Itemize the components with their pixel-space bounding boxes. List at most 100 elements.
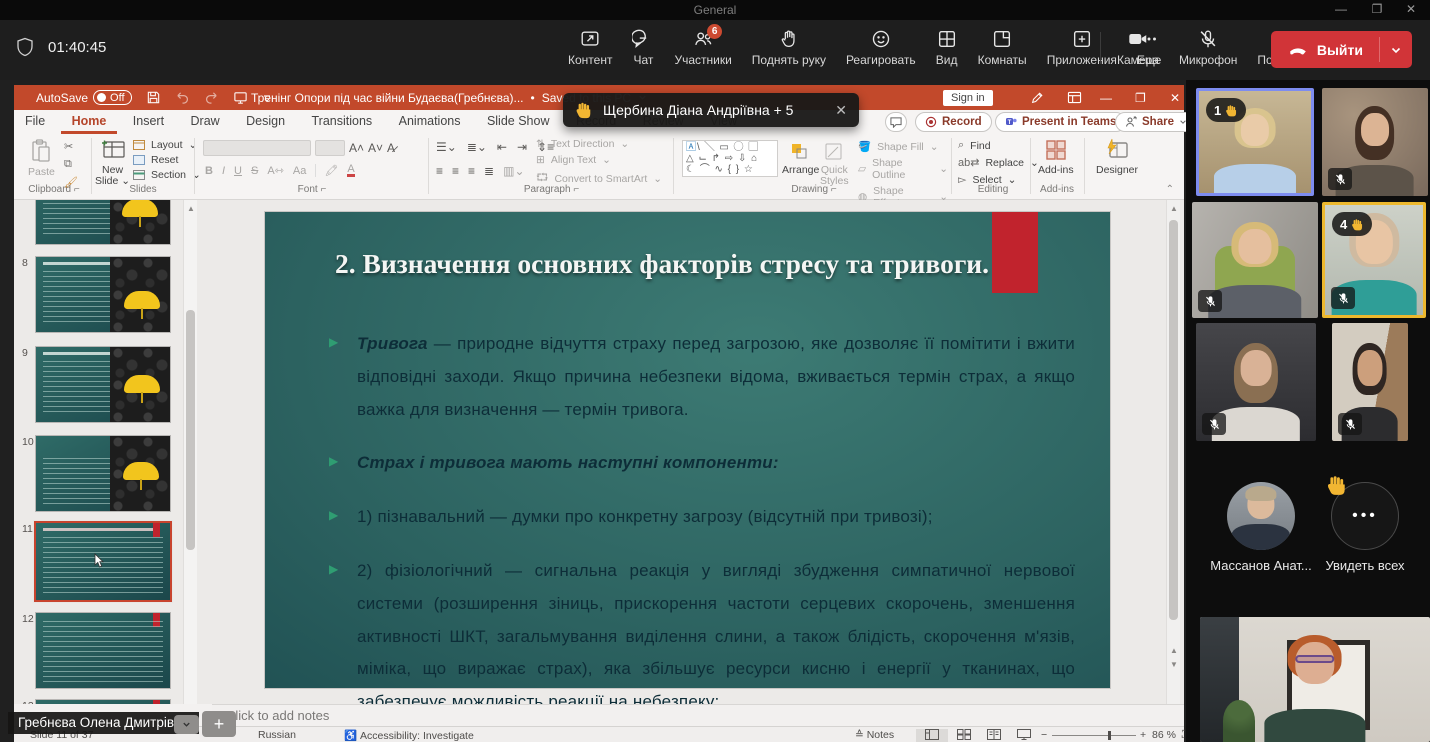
- microphone-button[interactable]: Микрофон: [1169, 28, 1247, 67]
- next-slide-button[interactable]: ▼: [1167, 658, 1181, 672]
- paragraph-dialog-launcher[interactable]: ⌐: [573, 184, 579, 195]
- undo-icon[interactable]: [175, 90, 190, 105]
- strikethrough-button[interactable]: S: [251, 165, 258, 177]
- leave-button[interactable]: Выйти: [1271, 31, 1412, 68]
- pen-icon[interactable]: [1030, 91, 1044, 105]
- present-in-teams-button[interactable]: T Present in Teams: [995, 112, 1126, 132]
- present-from-start-icon[interactable]: [233, 90, 248, 105]
- text-direction-button[interactable]: ⇅Text Direction ⌄: [536, 138, 662, 150]
- zoom-slider-thumb[interactable]: [1108, 731, 1111, 740]
- presenter-video[interactable]: [1200, 617, 1430, 742]
- accessibility-indicator[interactable]: ♿ Accessibility: Investigate: [344, 729, 474, 742]
- ribbon-options-icon[interactable]: [1067, 91, 1082, 104]
- shape-fill-button[interactable]: 🪣Shape Fill ⌄: [858, 140, 948, 153]
- tab-insert[interactable]: Insert: [122, 110, 175, 131]
- scroll-up-arrow[interactable]: ▲: [1167, 202, 1181, 216]
- font-name-combo[interactable]: [203, 140, 311, 156]
- overlay-collapse-button[interactable]: [174, 715, 199, 734]
- align-center-button[interactable]: ≡: [452, 164, 459, 178]
- scrollbar-thumb[interactable]: [186, 310, 195, 550]
- underline-button[interactable]: U: [234, 165, 242, 177]
- tab-design[interactable]: Design: [235, 110, 296, 131]
- clipboard-dialog-launcher[interactable]: ⌐: [74, 184, 80, 195]
- thumbnail-slide-11-selected[interactable]: [36, 523, 170, 600]
- numbering-button[interactable]: ≣⌄: [467, 140, 487, 154]
- reset-button[interactable]: Reset: [133, 154, 201, 166]
- section-button[interactable]: Section ⌄: [133, 169, 201, 181]
- collapse-ribbon-button[interactable]: ⌃: [1166, 184, 1174, 195]
- bold-button[interactable]: B: [205, 165, 213, 177]
- signin-button[interactable]: Sign in: [943, 90, 993, 106]
- window-close-button[interactable]: ✕: [1398, 2, 1424, 16]
- participant-video-6[interactable]: [1332, 323, 1408, 441]
- tab-transitions[interactable]: Transitions: [301, 110, 384, 131]
- raise-hand-button[interactable]: Поднять руку: [742, 28, 836, 67]
- zoom-level[interactable]: 86 %: [1152, 729, 1176, 741]
- change-case-button[interactable]: Aa: [293, 165, 306, 177]
- toast-close-icon[interactable]: ✕: [835, 102, 847, 119]
- copy-icon[interactable]: ⧉: [64, 158, 78, 171]
- scrollbar-thumb[interactable]: [1169, 220, 1178, 620]
- designer-button[interactable]: Designer: [1096, 138, 1138, 176]
- chat-button[interactable]: Чат: [622, 28, 664, 67]
- view-button[interactable]: Вид: [926, 28, 968, 67]
- participants-button[interactable]: 6 Участники: [664, 28, 741, 67]
- save-icon[interactable]: [146, 90, 161, 105]
- find-button[interactable]: ⌕Find: [958, 139, 1039, 152]
- cut-icon[interactable]: ✂: [64, 140, 78, 153]
- thumbnail-slide-13[interactable]: [36, 700, 170, 704]
- thumbnail-slide-9[interactable]: [36, 347, 170, 422]
- record-button[interactable]: Record: [915, 112, 992, 132]
- bullets-button[interactable]: ☰⌄: [436, 140, 457, 154]
- layout-button[interactable]: Layout ⌄: [133, 139, 201, 151]
- participant-avatar[interactable]: [1227, 482, 1295, 550]
- language-indicator[interactable]: Russian: [258, 729, 296, 741]
- thumbnail-scrollbar[interactable]: ▲: [183, 200, 197, 704]
- columns-button[interactable]: ▥⌄: [503, 164, 524, 178]
- drawing-dialog-launcher[interactable]: ⌐: [831, 184, 837, 195]
- quick-styles-button[interactable]: Quick Styles: [820, 142, 849, 187]
- notes-toggle[interactable]: ≙ Notes: [855, 729, 894, 741]
- raised-hands-toast[interactable]: Щербина Діана Андріївна + 5 ✕: [563, 93, 859, 127]
- new-slide-button[interactable]: New Slide ⌄: [95, 138, 130, 187]
- justify-button[interactable]: ≣: [484, 164, 494, 178]
- content-button[interactable]: Контент: [558, 28, 622, 67]
- arrange-button[interactable]: Arrange: [782, 142, 819, 176]
- canvas-scrollbar[interactable]: ▲ ▲ ▼: [1166, 200, 1180, 704]
- redo-icon[interactable]: [204, 90, 219, 105]
- font-size-combo[interactable]: [315, 140, 345, 156]
- ppt-close-button[interactable]: ✕: [1170, 85, 1180, 110]
- clear-formatting-button[interactable]: A̷: [387, 141, 395, 155]
- notes-pane[interactable]: Click to add notes: [212, 704, 1184, 726]
- participant-video-2[interactable]: [1322, 88, 1428, 196]
- font-color-button[interactable]: A: [347, 164, 354, 177]
- align-left-button[interactable]: ≡: [436, 164, 443, 178]
- align-text-button[interactable]: ⊞Align Text ⌄: [536, 154, 662, 166]
- slide-canvas[interactable]: 2. Визначення основних факторів стресу т…: [265, 212, 1110, 688]
- slideshow-view-button[interactable]: [1012, 729, 1036, 742]
- leave-options-chevron[interactable]: [1380, 31, 1412, 68]
- ppt-restore-button[interactable]: ❐: [1135, 85, 1146, 110]
- rooms-button[interactable]: Комнаты: [968, 28, 1037, 67]
- reading-view-button[interactable]: [982, 729, 1006, 742]
- thumbnail-slide-8[interactable]: [36, 257, 170, 332]
- zoom-out-button[interactable]: −: [1041, 729, 1047, 741]
- shapes-gallery[interactable]: 🄰\ ╲ ▭ ◯ ▢△ ⌙ ↱ ⇨ ⇩ ⌂☾ ⌒ ∿ { } ☆: [682, 140, 778, 177]
- grow-font-button[interactable]: A˄: [349, 141, 364, 155]
- paste-button[interactable]: Paste: [28, 138, 55, 178]
- align-right-button[interactable]: ≡: [468, 164, 475, 178]
- zoom-in-button[interactable]: +: [1140, 729, 1146, 741]
- char-spacing-button[interactable]: A⇿: [267, 164, 284, 177]
- tab-draw[interactable]: Draw: [180, 110, 231, 131]
- replace-button[interactable]: ab⇄Replace ⌄: [958, 156, 1039, 169]
- addins-button[interactable]: Add-ins: [1038, 138, 1074, 176]
- scroll-up-arrow[interactable]: ▲: [184, 202, 198, 216]
- participant-video-3[interactable]: [1192, 202, 1318, 318]
- react-button[interactable]: Реагировать: [836, 28, 926, 67]
- ppt-minimize-button[interactable]: —: [1100, 85, 1112, 110]
- participant-video-4[interactable]: 4: [1322, 202, 1426, 318]
- window-minimize-button[interactable]: —: [1328, 2, 1354, 16]
- shape-outline-button[interactable]: ▱Shape Outline ⌄: [858, 157, 948, 181]
- window-maximize-button[interactable]: ❐: [1364, 2, 1390, 16]
- slide-sorter-view-button[interactable]: [952, 729, 976, 742]
